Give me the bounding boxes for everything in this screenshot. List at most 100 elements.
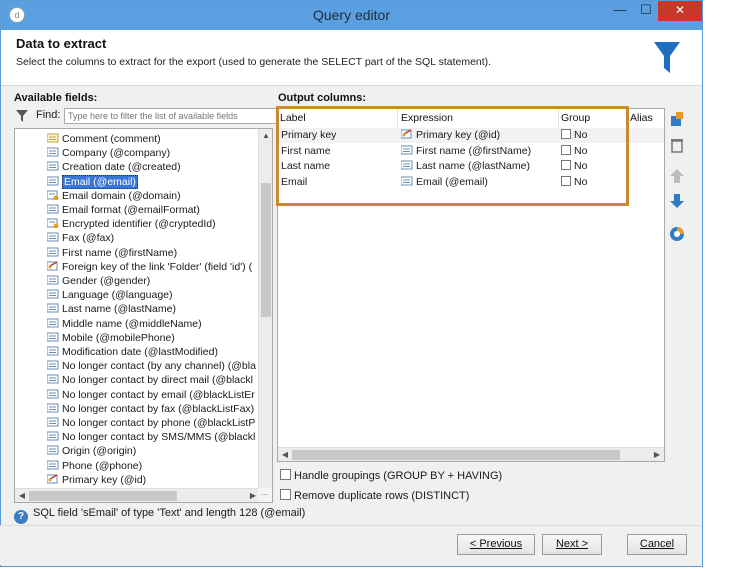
field-item[interactable]: Middle name (@middleName) <box>46 317 202 331</box>
field-item[interactable]: Gender (@gender) <box>46 274 150 288</box>
key-field-icon <box>46 474 59 484</box>
output-rows-highlight <box>276 106 629 206</box>
scroll-up-arrow-icon[interactable]: ▲ <box>259 129 272 143</box>
field-item-label: No longer contact by SMS/MMS (@blackl <box>62 431 256 444</box>
handle-groupings-option[interactable]: Handle groupings (GROUP BY + HAVING) <box>280 469 502 482</box>
text-field-icon <box>46 161 59 171</box>
field-item[interactable]: Origin (@origin) <box>46 444 136 458</box>
text-field-icon <box>46 374 59 384</box>
move-down-arrow-icon[interactable] <box>668 192 686 210</box>
field-item[interactable]: No longer contact by SMS/MMS (@blackl <box>46 430 256 444</box>
output-scroll-right-arrow-icon[interactable]: ▶ <box>650 448 664 461</box>
find-input[interactable] <box>64 108 285 124</box>
field-item[interactable]: Modification date (@lastModified) <box>46 345 218 359</box>
filter-funnel-icon <box>654 42 680 73</box>
field-item[interactable]: No longer contact by email (@blackListEr <box>46 388 255 402</box>
field-item[interactable]: No longer contact (by any channel) (@bla <box>46 359 256 373</box>
status-text: SQL field 'sEmail' of type 'Text' and le… <box>33 507 306 519</box>
status-bar: ? SQL field 'sEmail' of type 'Text' and l… <box>14 507 305 524</box>
window-title: Query editor <box>312 7 391 23</box>
fields-hscroll-thumb[interactable] <box>29 491 177 501</box>
page-title: Data to extract <box>16 36 107 51</box>
field-item[interactable]: Foreign key of the link 'Folder' (field … <box>46 260 252 274</box>
previous-button[interactable]: < Previous <box>457 534 535 555</box>
field-item[interactable]: No longer contact by phone (@blackListP <box>46 416 255 430</box>
text-field-icon <box>46 460 59 470</box>
text-field-icon <box>46 389 59 399</box>
title-bar[interactable]: d Query editor — ☐ ✕ <box>1 1 702 30</box>
fields-horizontal-scrollbar[interactable]: ◀ ▶ <box>15 488 260 502</box>
output-columns-label: Output columns: <box>278 92 366 104</box>
scroll-left-arrow-icon[interactable]: ◀ <box>15 489 29 502</box>
field-item[interactable]: First name (@firstName) <box>46 246 178 260</box>
fields-scroll-thumb[interactable] <box>261 183 271 317</box>
field-item[interactable]: Company (@company) <box>46 146 171 160</box>
field-item-label: Comment (comment) <box>62 133 161 145</box>
cancel-button[interactable]: Cancel <box>627 534 687 555</box>
field-item[interactable]: Fax (@fax) <box>46 231 115 245</box>
field-item[interactable]: Email (@email) <box>46 174 138 189</box>
field-item[interactable]: Comment (comment) <box>46 132 161 146</box>
minimize-button[interactable]: — <box>607 1 633 21</box>
field-item-label: No longer contact (by any channel) (@bla <box>62 360 256 373</box>
field-item-label: Company (@company) <box>62 147 171 160</box>
field-item[interactable]: Primary key (@id) <box>46 473 146 487</box>
remove-duplicates-option[interactable]: Remove duplicate rows (DISTINCT) <box>280 489 469 502</box>
distribution-chart-icon[interactable] <box>668 225 686 243</box>
text-field-icon <box>46 332 59 342</box>
computed-field-icon <box>46 218 59 229</box>
field-item-label: Modification date (@lastModified) <box>62 346 218 358</box>
help-icon[interactable]: ? <box>14 510 28 524</box>
fields-vertical-scrollbar[interactable]: ▲ <box>258 129 272 488</box>
text-field-icon <box>46 247 59 257</box>
text-field-icon <box>46 346 59 356</box>
memo-field-icon <box>46 133 59 143</box>
field-item-label: Language (@language) <box>62 289 173 302</box>
field-item[interactable]: Encrypted identifier (@cryptedId) <box>46 217 216 231</box>
field-item-label: Fax (@fax) <box>62 232 115 245</box>
field-item[interactable]: Last name (@lastName) <box>46 302 176 316</box>
handle-groupings-checkbox[interactable] <box>280 469 291 480</box>
field-item-label: No longer contact by direct mail (@black… <box>62 374 253 387</box>
text-field-icon <box>46 445 59 455</box>
more-options-icon[interactable]: ⋯ <box>258 488 272 502</box>
text-field-icon <box>46 417 59 427</box>
next-button[interactable]: Next > <box>542 534 602 555</box>
close-button[interactable]: ✕ <box>658 1 702 21</box>
key-field-icon <box>46 261 59 271</box>
text-field-icon <box>46 289 59 299</box>
add-expression-icon[interactable] <box>668 110 686 128</box>
field-item[interactable]: Creation date (@created) <box>46 160 181 174</box>
header-area: Data to extract Select the columns to ex… <box>1 30 702 86</box>
field-item-label: Email format (@emailFormat) <box>62 204 200 216</box>
field-item[interactable]: Email domain (@domain) <box>46 189 181 203</box>
output-scroll-left-arrow-icon[interactable]: ◀ <box>278 448 292 461</box>
maximize-button[interactable]: ☐ <box>633 1 659 21</box>
text-field-icon <box>46 431 59 441</box>
text-field-icon <box>46 318 59 328</box>
field-item[interactable]: Email format (@emailFormat) <box>46 203 200 217</box>
field-item-label: Creation date (@created) <box>62 161 181 174</box>
field-item[interactable]: No longer contact by fax (@blackListFax) <box>46 402 255 416</box>
text-field-icon <box>46 204 59 214</box>
text-field-icon <box>46 360 59 370</box>
field-item[interactable]: Language (@language) <box>46 288 173 302</box>
column-header-alias[interactable]: Alias <box>628 109 664 127</box>
text-field-icon <box>46 275 59 285</box>
field-item-label: No longer contact by fax (@blackListFax) <box>62 402 255 415</box>
field-item[interactable]: Mobile (@mobilePhone) <box>46 331 175 345</box>
text-field-icon <box>46 232 59 242</box>
output-horizontal-scrollbar[interactable]: ◀ ▶ <box>278 447 664 461</box>
field-item-label: Phone (@phone) <box>62 459 143 472</box>
field-item[interactable]: Phone (@phone) <box>46 459 143 473</box>
available-fields-tree[interactable]: Comment (comment) Company (@company) Creat… <box>14 128 273 503</box>
remove-duplicates-label: Remove duplicate rows (DISTINCT) <box>294 490 470 502</box>
output-hscroll-thumb[interactable] <box>292 450 620 460</box>
move-up-arrow-icon[interactable] <box>668 167 686 185</box>
page-description: Select the columns to extract for the ex… <box>16 56 492 68</box>
field-item-label: First name (@firstName) <box>62 246 178 259</box>
field-item[interactable]: No longer contact by direct mail (@black… <box>46 373 253 387</box>
delete-trash-icon[interactable] <box>668 136 686 154</box>
remove-duplicates-checkbox[interactable] <box>280 489 291 500</box>
text-field-icon <box>46 147 59 157</box>
